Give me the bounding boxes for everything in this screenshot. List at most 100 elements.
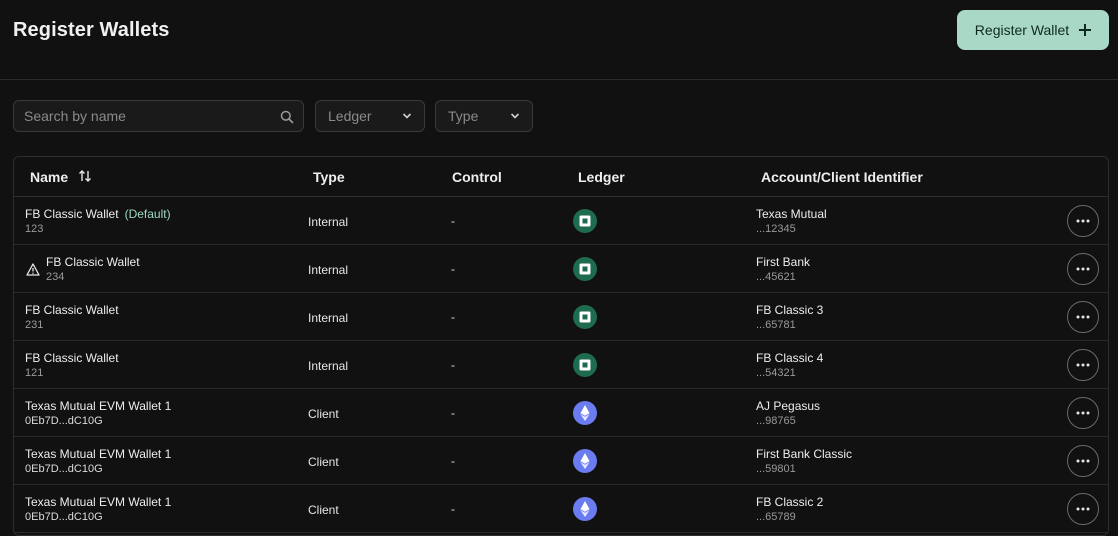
wallet-control: - xyxy=(451,358,455,372)
wallet-name-text: Texas Mutual EVM Wallet 1 xyxy=(25,495,172,509)
row-actions-button[interactable] xyxy=(1067,445,1099,477)
wallet-name: FB Classic Wallet xyxy=(25,303,119,317)
search-icon xyxy=(280,110,294,124)
table-row[interactable]: FB Classic Wallet (Default) 123 Internal - Te… xyxy=(14,197,1108,245)
wallet-type: Internal xyxy=(308,215,349,229)
sort-icon[interactable] xyxy=(78,169,92,183)
column-header-control: Control xyxy=(452,169,502,185)
account-identifier: ...45621 xyxy=(756,271,796,283)
more-horizontal-icon xyxy=(1076,411,1090,415)
account-identifier: ...12345 xyxy=(756,223,796,235)
ethereum-icon xyxy=(573,401,597,425)
fb-ledger-icon xyxy=(573,353,597,377)
register-wallet-button-label: Register Wallet xyxy=(974,22,1070,38)
wallet-control: - xyxy=(451,406,455,420)
type-filter-dropdown[interactable]: Type xyxy=(435,100,533,132)
row-actions-button[interactable] xyxy=(1067,397,1099,429)
fb-ledger-icon xyxy=(573,209,597,233)
account-name: AJ Pegasus xyxy=(756,399,821,413)
more-horizontal-icon xyxy=(1076,363,1090,367)
table-row[interactable]: Texas Mutual EVM Wallet 1 0Eb7D...dC10G Cl… xyxy=(14,389,1108,437)
wallet-identifier: 0Eb7D...dC10G xyxy=(25,415,103,427)
wallet-identifier: 234 xyxy=(46,271,65,283)
row-actions-button[interactable] xyxy=(1067,349,1099,381)
wallet-name: FB Classic Wallet (Default) xyxy=(25,207,171,221)
fb-ledger-icon xyxy=(573,305,597,329)
wallet-identifier: 121 xyxy=(25,367,44,379)
more-horizontal-icon xyxy=(1076,315,1090,319)
row-actions-button[interactable] xyxy=(1067,253,1099,285)
wallet-type: Internal xyxy=(308,359,349,373)
type-filter-label: Type xyxy=(448,108,479,124)
wallet-name: FB Classic Wallet xyxy=(46,255,140,269)
wallets-table: Name Type Control Ledger Account/Client … xyxy=(13,156,1109,536)
ethereum-icon xyxy=(573,449,597,473)
wallet-name: Texas Mutual EVM Wallet 1 xyxy=(25,447,171,461)
account-identifier: ...59801 xyxy=(756,463,796,475)
wallet-name: Texas Mutual EVM Wallet 1 xyxy=(25,495,171,509)
table-header: Name Type Control Ledger Account/Client … xyxy=(14,157,1108,197)
account-name: FB Classic 2 xyxy=(756,495,824,509)
page-title: Register Wallets xyxy=(13,19,170,41)
account-name: Texas Mutual xyxy=(756,207,827,221)
wallet-name-text: FB Classic Wallet xyxy=(25,351,119,365)
wallet-type: Client xyxy=(308,503,339,517)
wallet-type: Client xyxy=(308,407,339,421)
register-wallet-button[interactable]: Register Wallet xyxy=(957,10,1109,50)
table-row[interactable]: FB Classic Wallet 121 Internal - FB Classic … xyxy=(14,341,1108,389)
more-horizontal-icon xyxy=(1076,219,1090,223)
account-name: FB Classic 4 xyxy=(756,351,824,365)
row-actions-button[interactable] xyxy=(1067,301,1099,333)
plus-icon xyxy=(1079,24,1092,36)
default-tag: (Default) xyxy=(124,207,171,221)
row-actions-button[interactable] xyxy=(1067,205,1099,237)
wallet-type: Internal xyxy=(308,311,349,325)
wallet-identifier: 0Eb7D...dC10G xyxy=(25,511,103,523)
more-horizontal-icon xyxy=(1076,459,1090,463)
account-name: First Bank Classic xyxy=(756,447,853,461)
wallet-name: FB Classic Wallet xyxy=(25,351,119,365)
fb-ledger-icon xyxy=(573,257,597,281)
account-identifier: ...54321 xyxy=(756,367,796,379)
wallet-type: Internal xyxy=(308,263,349,277)
search-input[interactable] xyxy=(24,101,274,131)
account-identifier: ...65789 xyxy=(756,511,796,523)
table-row[interactable]: FB Classic Wallet 231 Internal - FB Classic … xyxy=(14,293,1108,341)
column-header-name[interactable]: Name xyxy=(30,169,68,185)
row-actions-button[interactable] xyxy=(1067,493,1099,525)
wallet-control: - xyxy=(451,502,455,516)
wallet-control: - xyxy=(451,262,455,276)
table-row[interactable]: Texas Mutual EVM Wallet 1 0Eb7D...dC10G Cl… xyxy=(14,485,1108,533)
wallet-name-text: FB Classic Wallet xyxy=(25,303,119,317)
ethereum-icon xyxy=(573,497,597,521)
table-row[interactable]: Texas Mutual EVM Wallet 1 0Eb7D...dC10G Cl… xyxy=(14,437,1108,485)
ledger-filter-dropdown[interactable]: Ledger xyxy=(315,100,425,132)
account-identifier: ...98765 xyxy=(756,415,796,427)
wallet-identifier: 0Eb7D...dC10G xyxy=(25,463,103,475)
search-box[interactable] xyxy=(13,100,304,132)
wallet-name-text: Texas Mutual EVM Wallet 1 xyxy=(25,447,172,461)
wallet-type: Client xyxy=(308,455,339,469)
wallet-identifier: 123 xyxy=(25,223,44,235)
column-header-type: Type xyxy=(313,169,345,185)
wallet-control: - xyxy=(451,310,455,324)
more-horizontal-icon xyxy=(1076,267,1090,271)
wallet-name-text: FB Classic Wallet xyxy=(25,207,119,221)
ledger-filter-label: Ledger xyxy=(328,108,372,124)
wallet-name-text: Texas Mutual EVM Wallet 1 xyxy=(25,399,172,413)
wallet-name: Texas Mutual EVM Wallet 1 xyxy=(25,399,171,413)
column-header-account: Account/Client Identifier xyxy=(761,169,923,185)
warning-icon xyxy=(26,263,40,276)
wallet-name-text: FB Classic Wallet xyxy=(46,255,140,269)
wallet-control: - xyxy=(451,454,455,468)
table-row[interactable]: FB Classic Wallet 234 Internal - First Bank.… xyxy=(14,245,1108,293)
column-header-ledger: Ledger xyxy=(578,169,625,185)
chevron-down-icon xyxy=(402,113,412,119)
account-name: First Bank xyxy=(756,255,811,269)
chevron-down-icon xyxy=(510,113,520,119)
page-header: Register Wallets Register Wallet xyxy=(0,0,1118,80)
more-horizontal-icon xyxy=(1076,507,1090,511)
wallet-identifier: 231 xyxy=(25,319,44,331)
account-identifier: ...65781 xyxy=(756,319,796,331)
wallet-control: - xyxy=(451,214,455,228)
